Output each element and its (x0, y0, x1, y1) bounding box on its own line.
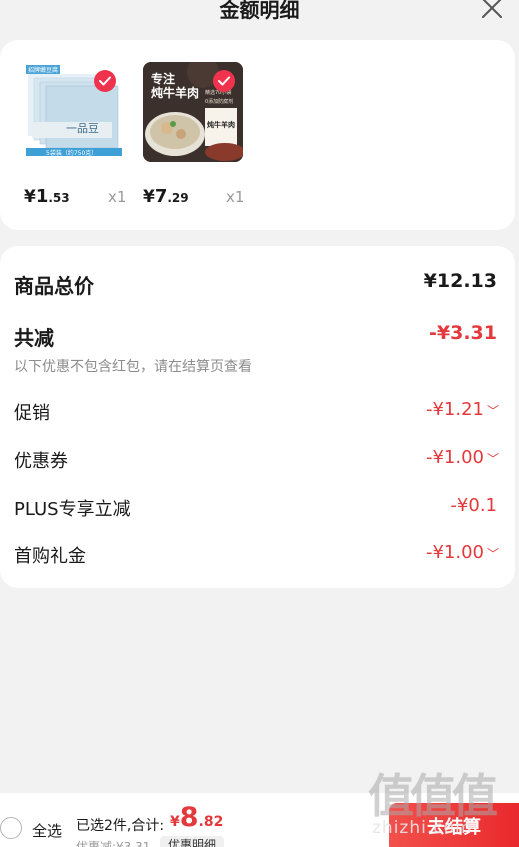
thumb-line2: 炖牛羊肉 (151, 86, 200, 100)
reduced-label: 共减 (14, 326, 54, 350)
chevron-down-icon[interactable]: ﹀ (487, 545, 499, 562)
product-price: ¥7.29 (143, 186, 189, 207)
reduce-text: 优惠减:¥3.31 (76, 840, 151, 847)
discount-value: -¥1.00 (425, 542, 484, 563)
discount-detail-button[interactable]: 优惠明细 (160, 836, 225, 847)
product-quantity: x1 (108, 188, 127, 206)
chevron-down-icon[interactable]: ﹀ (487, 402, 499, 419)
select-all-radio[interactable] (0, 817, 22, 839)
discount-value: -¥1.00 (425, 447, 484, 468)
thumb-tag2: 0添加防腐剂 (205, 99, 234, 105)
summary-card: 商品总价 ¥12.13 共减 -¥3.31 以下优惠不包含红包，请在结算页查看 … (0, 246, 515, 588)
reduced-value: -¥3.31 (429, 322, 497, 344)
total-amount: ¥8.82 (170, 802, 223, 833)
discount-label: 促销 (14, 403, 50, 424)
price-decimal: .53 (48, 191, 70, 205)
page-title: 金额明细 (219, 0, 300, 22)
discount-label: PLUS专享立减 (14, 499, 131, 520)
select-all-label[interactable]: 全选 (32, 820, 62, 841)
chevron-down-icon[interactable]: ﹀ (487, 450, 499, 467)
discount-value-wrap: -¥1.21 ﹀ (425, 399, 499, 420)
total-label: 商品总价 (14, 274, 94, 298)
discount-label: 首购礼金 (14, 546, 86, 567)
price-integer: 7 (154, 186, 168, 207)
check-icon (99, 76, 111, 86)
discount-value: -¥0.1 (450, 495, 497, 516)
total-decimal: .82 (198, 814, 224, 830)
discount-note: 以下优惠不包含红包，请在结算页查看 (14, 359, 252, 375)
checkout-button[interactable]: 去结算 (389, 803, 519, 847)
total-integer: 8 (179, 802, 199, 833)
selected-count: 已选2件,合计: (76, 818, 165, 834)
discount-value-wrap: -¥1.00 ﹀ (425, 542, 499, 563)
price-currency: ¥ (143, 187, 155, 207)
price-integer: 1 (35, 186, 49, 207)
thumb-pack-label: 炖牛羊肉 (207, 121, 235, 129)
total-currency: ¥ (170, 814, 180, 830)
product-check[interactable] (94, 70, 116, 92)
header: 金额明细 (0, 0, 519, 34)
close-button[interactable] (479, 0, 505, 20)
thumb-band-text: 5袋装（约750克） (46, 150, 98, 157)
check-icon (218, 76, 230, 86)
total-value: ¥12.13 (423, 270, 497, 292)
thumb-brand: 一品豆 (66, 122, 99, 135)
price-currency: ¥ (24, 187, 36, 207)
discount-value-wrap: -¥1.00 ﹀ (425, 447, 499, 468)
product-quantity: x1 (226, 188, 245, 206)
product-price: ¥1.53 (24, 186, 70, 207)
discount-label: 优惠券 (14, 451, 68, 472)
thumb-top-label: 招牌嫩豆腐 (26, 65, 61, 74)
products-card: 招牌嫩豆腐 一品豆 5袋装（约750克） ¥1.53 x1 专注 炖牛羊肉 精选… (0, 40, 515, 230)
checkout-bar: 全选 已选2件,合计: ¥8.82 优惠减:¥3.31 优惠明细 去结算 (0, 793, 519, 847)
price-decimal: .29 (167, 191, 189, 205)
product-check[interactable] (213, 70, 235, 92)
discount-value: -¥1.21 (425, 399, 484, 420)
close-icon[interactable] (479, 0, 505, 20)
